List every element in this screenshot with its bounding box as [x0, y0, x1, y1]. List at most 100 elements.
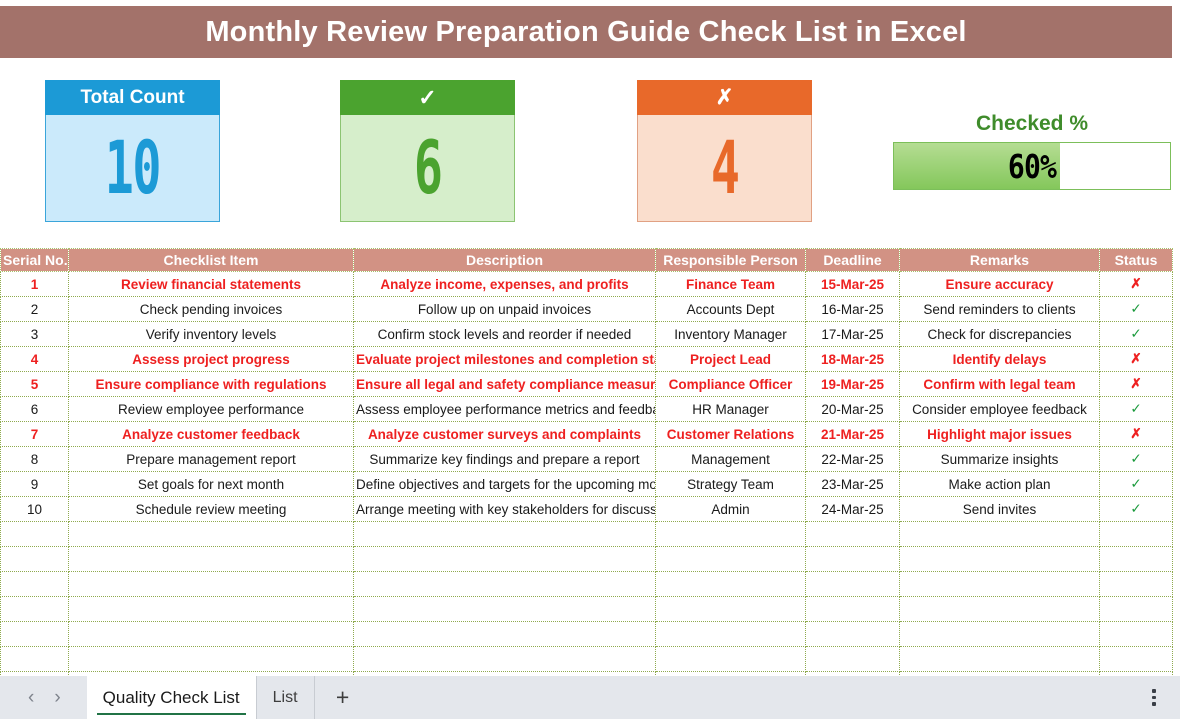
cell-description[interactable]: Analyze income, expenses, and profits — [353, 271, 656, 297]
cell-serial-no[interactable]: 7 — [0, 421, 69, 447]
cell-empty[interactable] — [1099, 571, 1173, 597]
cell-empty[interactable] — [0, 646, 69, 672]
cell-empty[interactable] — [899, 521, 1100, 547]
table-row[interactable]: 1 Review financial statements Analyze inco… — [0, 271, 1173, 297]
cell-empty[interactable] — [353, 521, 656, 547]
cell-serial-no[interactable]: 2 — [0, 296, 69, 322]
cell-checklist-item[interactable]: Review employee performance — [68, 396, 354, 422]
cell-empty[interactable] — [805, 521, 900, 547]
chevron-right-icon[interactable]: › — [54, 687, 60, 709]
cell-responsible-person[interactable]: Project Lead — [655, 346, 806, 372]
cell-responsible-person[interactable]: HR Manager — [655, 396, 806, 422]
cell-deadline[interactable]: 15-Mar-25 — [805, 271, 900, 297]
cell-checklist-item[interactable]: Set goals for next month — [68, 471, 354, 497]
cell-serial-no[interactable]: 5 — [0, 371, 69, 397]
status-cross-icon[interactable]: ✗ — [1099, 371, 1173, 397]
cell-checklist-item[interactable]: Review financial statements — [68, 271, 354, 297]
status-cross-icon[interactable]: ✗ — [1099, 346, 1173, 372]
status-cross-icon[interactable]: ✗ — [1099, 271, 1173, 297]
cell-remarks[interactable]: Consider employee feedback — [899, 396, 1100, 422]
cell-description[interactable]: Arrange meeting with key stakeholders fo… — [353, 496, 656, 522]
cell-deadline[interactable]: 16-Mar-25 — [805, 296, 900, 322]
cell-empty[interactable] — [1099, 521, 1173, 547]
cell-serial-no[interactable]: 9 — [0, 471, 69, 497]
cell-empty[interactable] — [899, 596, 1100, 622]
cell-empty[interactable] — [805, 546, 900, 572]
cell-empty[interactable] — [899, 646, 1100, 672]
cell-checklist-item[interactable]: Schedule review meeting — [68, 496, 354, 522]
cell-deadline[interactable]: 20-Mar-25 — [805, 396, 900, 422]
cell-deadline[interactable]: 24-Mar-25 — [805, 496, 900, 522]
cell-empty[interactable] — [805, 596, 900, 622]
table-row[interactable]: 8 Prepare management report Summarize key … — [0, 446, 1173, 472]
cell-empty[interactable] — [1099, 546, 1173, 572]
cell-remarks[interactable]: Check for discrepancies — [899, 321, 1100, 347]
status-check-icon[interactable]: ✓ — [1099, 446, 1173, 472]
cell-remarks[interactable]: Summarize insights — [899, 446, 1100, 472]
column-header-checklist-item[interactable]: Checklist Item — [68, 248, 354, 272]
column-header-remarks[interactable]: Remarks — [899, 248, 1100, 272]
cell-checklist-item[interactable]: Verify inventory levels — [68, 321, 354, 347]
cell-serial-no[interactable]: 4 — [0, 346, 69, 372]
cell-empty[interactable] — [353, 621, 656, 647]
cell-empty[interactable] — [0, 546, 69, 572]
cell-empty[interactable] — [805, 621, 900, 647]
cell-deadline[interactable]: 17-Mar-25 — [805, 321, 900, 347]
table-row-empty[interactable] — [0, 521, 1173, 547]
column-header-responsible-person[interactable]: Responsible Person — [655, 248, 806, 272]
cell-remarks[interactable]: Send reminders to clients — [899, 296, 1100, 322]
cell-description[interactable]: Analyze customer surveys and complaints — [353, 421, 656, 447]
sheet-tab-list[interactable]: List — [255, 676, 315, 719]
status-check-icon[interactable]: ✓ — [1099, 321, 1173, 347]
cell-description[interactable]: Assess employee performance metrics and … — [353, 396, 656, 422]
column-header-serial-no[interactable]: Serial No. — [0, 248, 69, 272]
cell-responsible-person[interactable]: Inventory Manager — [655, 321, 806, 347]
cell-empty[interactable] — [655, 646, 806, 672]
cell-deadline[interactable]: 18-Mar-25 — [805, 346, 900, 372]
table-row[interactable]: 6 Review employee performance Assess emplo… — [0, 396, 1173, 422]
status-check-icon[interactable]: ✓ — [1099, 471, 1173, 497]
cell-serial-no[interactable]: 3 — [0, 321, 69, 347]
table-row-empty[interactable] — [0, 621, 1173, 647]
status-check-icon[interactable]: ✓ — [1099, 496, 1173, 522]
cell-empty[interactable] — [353, 646, 656, 672]
cell-description[interactable]: Define objectives and targets for the up… — [353, 471, 656, 497]
cell-empty[interactable] — [899, 546, 1100, 572]
cell-checklist-item[interactable]: Prepare management report — [68, 446, 354, 472]
cell-empty[interactable] — [899, 571, 1100, 597]
cell-remarks[interactable]: Make action plan — [899, 471, 1100, 497]
cell-description[interactable]: Ensure all legal and safety compliance m… — [353, 371, 656, 397]
table-row[interactable]: 9 Set goals for next month Define objectiv… — [0, 471, 1173, 497]
cell-description[interactable]: Summarize key findings and prepare a rep… — [353, 446, 656, 472]
cell-empty[interactable] — [1099, 596, 1173, 622]
sheet-tab-quality-check-list[interactable]: Quality Check List — [86, 676, 256, 719]
cell-empty[interactable] — [0, 571, 69, 597]
cell-empty[interactable] — [655, 546, 806, 572]
add-sheet-button[interactable]: + — [315, 676, 371, 719]
cell-serial-no[interactable]: 8 — [0, 446, 69, 472]
cell-responsible-person[interactable]: Customer Relations — [655, 421, 806, 447]
table-row[interactable]: 3 Verify inventory levels Confirm stock le… — [0, 321, 1173, 347]
table-row[interactable]: 2 Check pending invoices Follow up on unpa… — [0, 296, 1173, 322]
cell-empty[interactable] — [68, 596, 354, 622]
cell-deadline[interactable]: 22-Mar-25 — [805, 446, 900, 472]
spreadsheet-grid[interactable]: Serial No. Checklist Item Description Re… — [0, 248, 1173, 697]
column-header-deadline[interactable]: Deadline — [805, 248, 900, 272]
cell-empty[interactable] — [655, 621, 806, 647]
table-row-empty[interactable] — [0, 571, 1173, 597]
table-row-empty[interactable] — [0, 646, 1173, 672]
column-header-description[interactable]: Description — [353, 248, 656, 272]
cell-empty[interactable] — [899, 621, 1100, 647]
cell-description[interactable]: Follow up on unpaid invoices — [353, 296, 656, 322]
cell-checklist-item[interactable]: Check pending invoices — [68, 296, 354, 322]
cell-description[interactable]: Confirm stock levels and reorder if need… — [353, 321, 656, 347]
cell-remarks[interactable]: Identify delays — [899, 346, 1100, 372]
cell-checklist-item[interactable]: Ensure compliance with regulations — [68, 371, 354, 397]
table-row[interactable]: 4 Assess project progress Evaluate project… — [0, 346, 1173, 372]
cell-empty[interactable] — [68, 521, 354, 547]
cell-empty[interactable] — [68, 646, 354, 672]
cell-responsible-person[interactable]: Compliance Officer — [655, 371, 806, 397]
table-row-empty[interactable] — [0, 546, 1173, 572]
cell-deadline[interactable]: 19-Mar-25 — [805, 371, 900, 397]
cell-serial-no[interactable]: 6 — [0, 396, 69, 422]
